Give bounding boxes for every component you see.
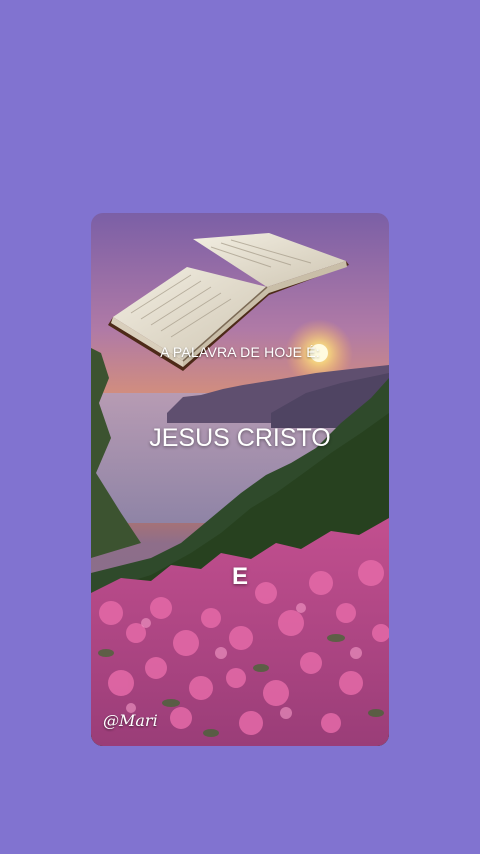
headline-intro-text: A PALAVRA DE HOJE É:	[160, 344, 320, 360]
animated-word-text: E	[231, 563, 248, 590]
open-bible-icon	[108, 233, 349, 371]
headline-main-text: JESUS CRISTO	[149, 424, 331, 452]
story-card[interactable]: A PALAVRA DE HOJE É: JESUS CRISTO E @Mar…	[91, 213, 389, 746]
author-watermark: @Mari	[103, 711, 158, 730]
